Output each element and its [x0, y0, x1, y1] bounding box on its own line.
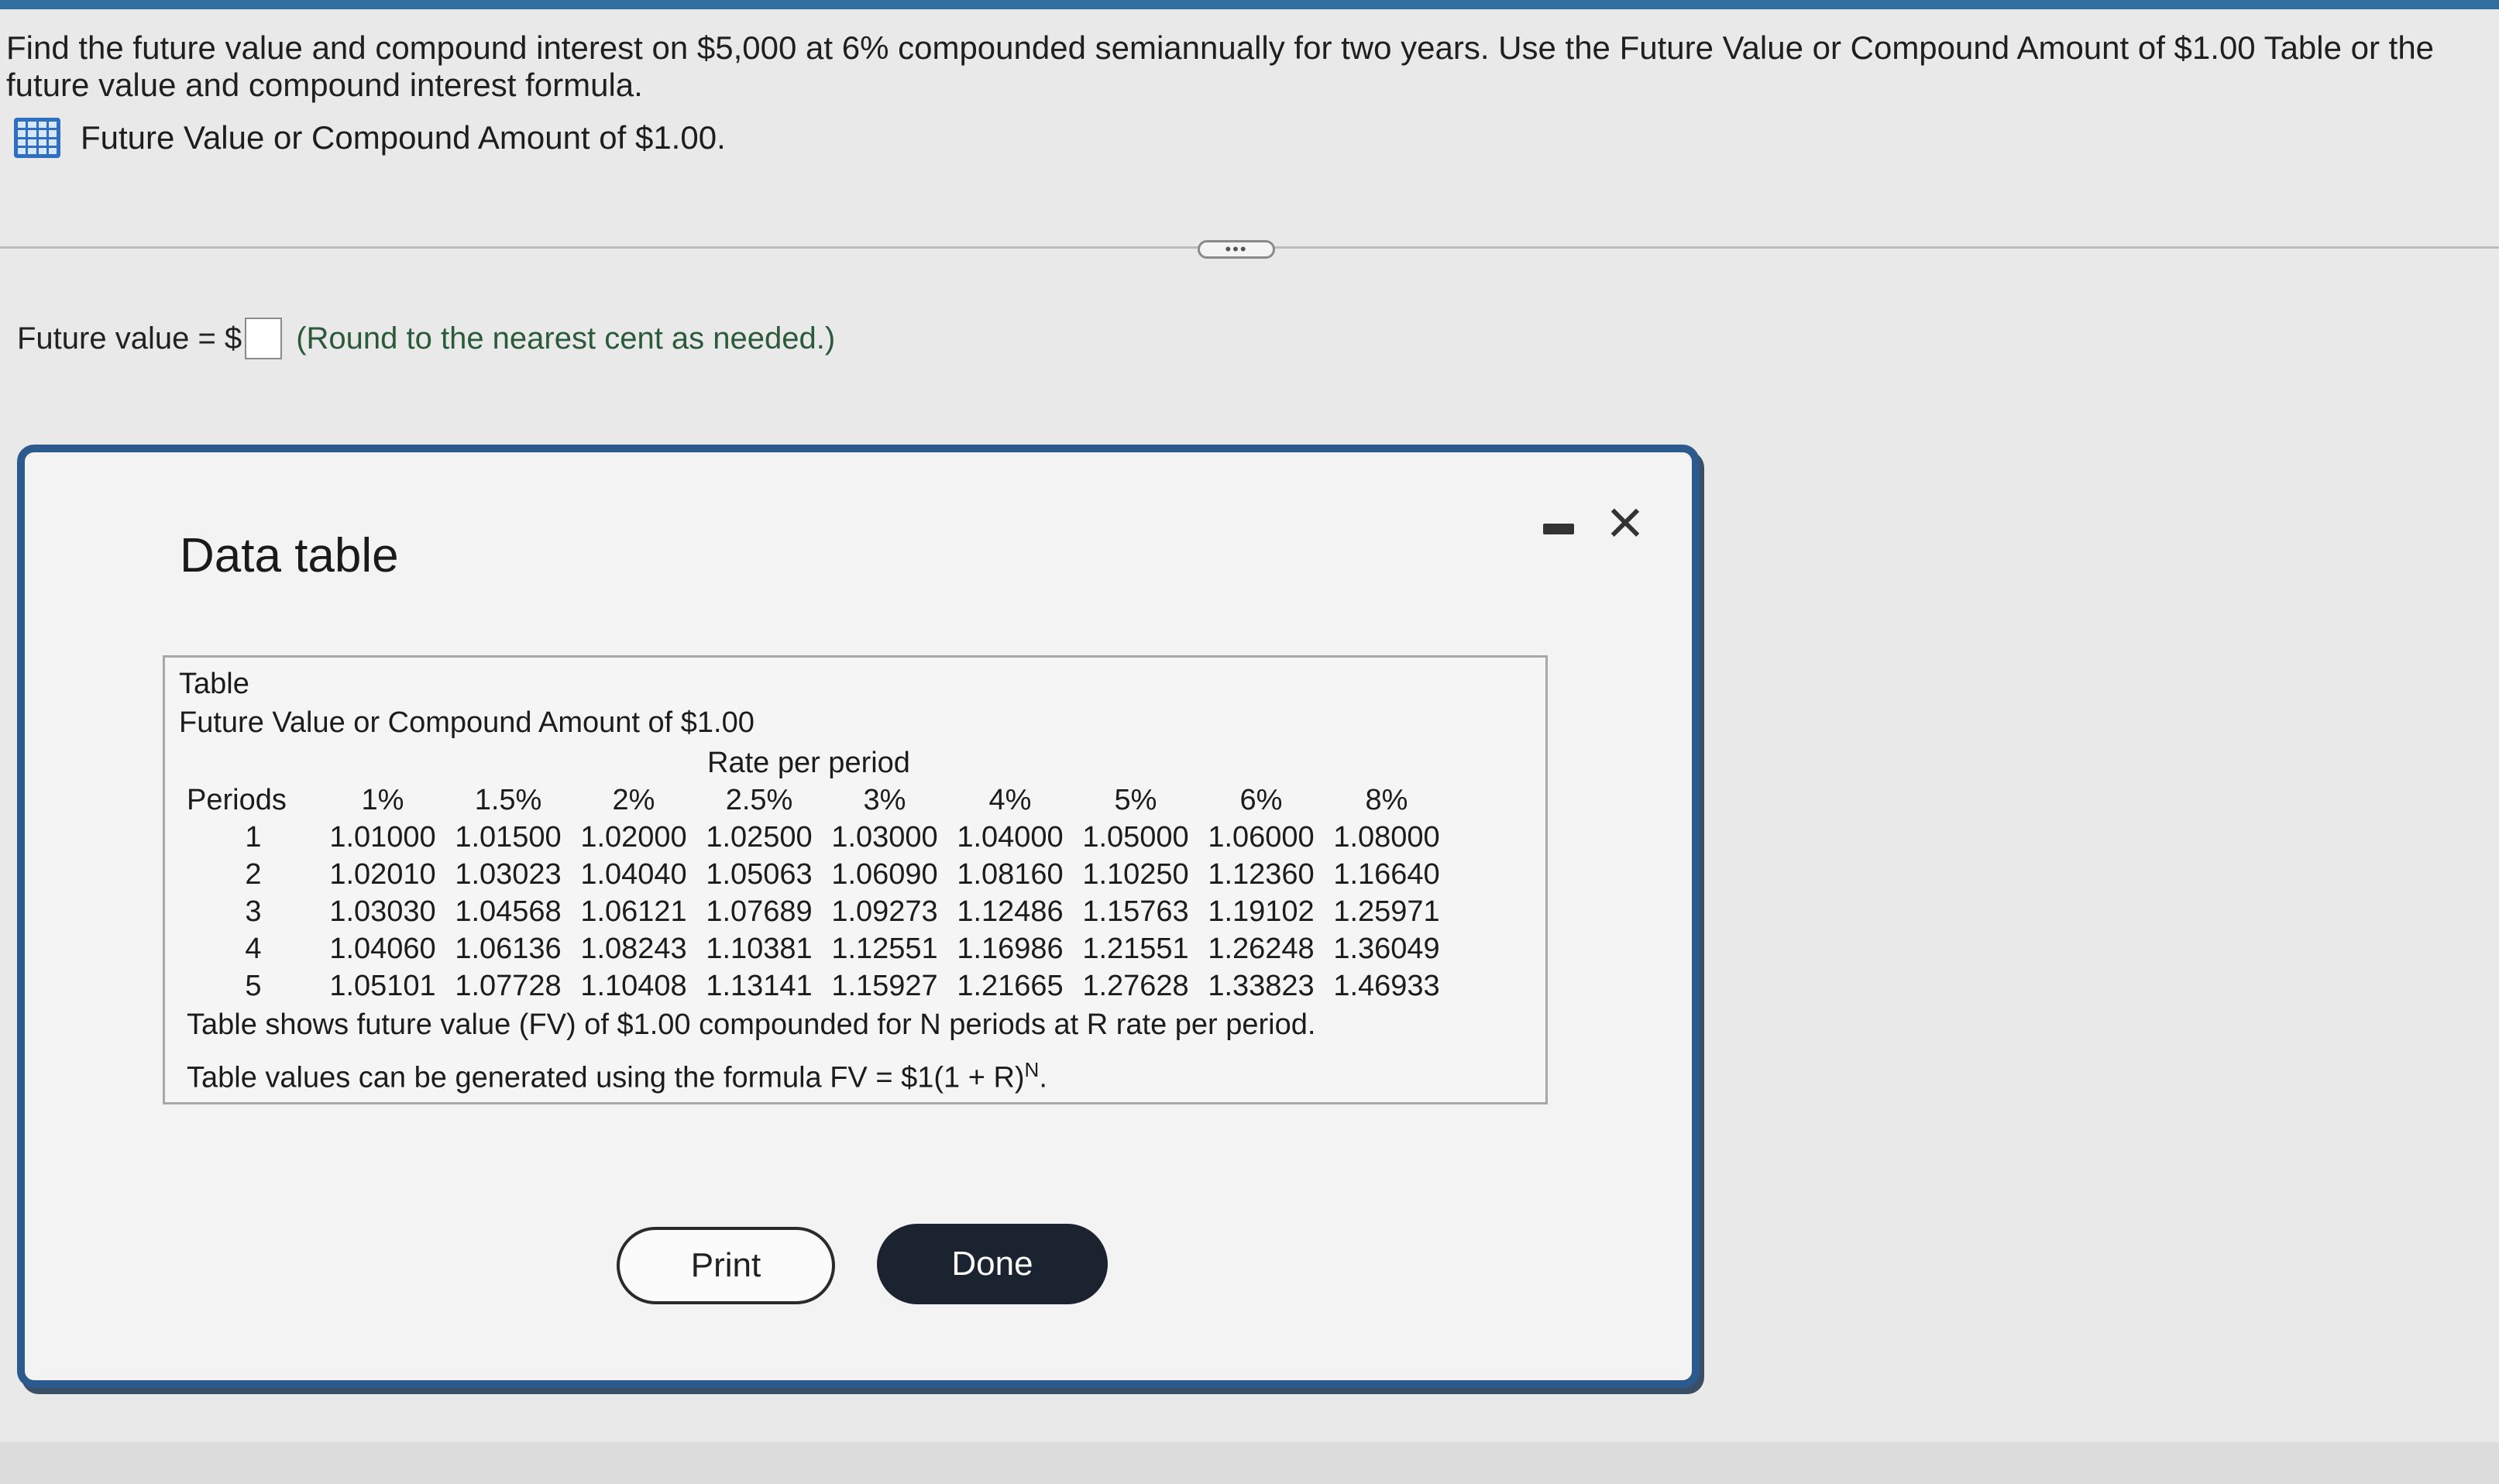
- value-cell: 1.08160: [957, 858, 1064, 891]
- value-cell: 1.08243: [580, 933, 687, 965]
- header-cell: 6%: [1239, 784, 1283, 816]
- value-cell: 1.04060: [329, 933, 436, 965]
- future-value-table: Table Future Value or Compound Amount of…: [163, 655, 1548, 1104]
- header-cell: 2%: [612, 784, 655, 816]
- table-row: 5 1.05101 1.07728 1.10408 1.13141 1.15927 1.21…: [187, 967, 1449, 1005]
- value-cell: 1.15763: [1082, 895, 1189, 928]
- minimize-icon[interactable]: [1543, 524, 1574, 534]
- value-cell: 1.05000: [1082, 821, 1189, 854]
- value-cell: 1.10408: [580, 970, 687, 1002]
- period-cell: 1: [245, 821, 262, 854]
- question-text: Find the future value and compound inter…: [6, 29, 2435, 103]
- table-grid: Periods 1% 1.5% 2% 2.5% 3% 4% 5% 6% 8% 1…: [187, 782, 1449, 1005]
- value-cell: 1.16986: [957, 933, 1064, 965]
- value-cell: 1.26248: [1208, 933, 1315, 965]
- table-note: Table shows future value (FV) of $1.00 c…: [187, 1008, 1316, 1041]
- table-row: 3 1.03030 1.04568 1.06121 1.07689 1.09273 1.12…: [187, 893, 1449, 930]
- done-button[interactable]: Done: [877, 1224, 1108, 1304]
- value-cell: 1.03030: [329, 895, 436, 928]
- header-cell: 8%: [1365, 784, 1408, 816]
- value-cell: 1.07728: [455, 970, 562, 1002]
- table-row: 4 1.04060 1.06136 1.08243 1.10381 1.12551 1.16…: [187, 930, 1449, 967]
- value-cell: 1.10381: [706, 933, 813, 965]
- value-cell: 1.03023: [455, 858, 562, 891]
- value-cell: 1.04000: [957, 821, 1064, 854]
- value-cell: 1.12360: [1208, 858, 1315, 891]
- formula-exponent: N: [1024, 1058, 1040, 1081]
- table-icon: [14, 118, 60, 158]
- period-cell: 5: [245, 970, 262, 1002]
- rounding-hint: (Round to the nearest cent as needed.): [296, 321, 836, 356]
- value-cell: 1.06000: [1208, 821, 1315, 854]
- value-cell: 1.19102: [1208, 895, 1315, 928]
- header-cell: 2.5%: [725, 784, 793, 816]
- value-cell: 1.02010: [329, 858, 436, 891]
- period-cell: 4: [245, 933, 262, 965]
- value-cell: 1.12551: [831, 933, 938, 965]
- print-button[interactable]: Print: [617, 1227, 835, 1304]
- value-cell: 1.06121: [580, 895, 687, 928]
- value-cell: 1.33823: [1208, 970, 1315, 1002]
- value-cell: 1.02500: [706, 821, 813, 854]
- value-cell: 1.16640: [1333, 858, 1440, 891]
- value-cell: 1.04040: [580, 858, 687, 891]
- table-row: 1 1.01000 1.01500 1.02000 1.02500 1.03000 1.04…: [187, 819, 1449, 856]
- value-cell: 1.04568: [455, 895, 562, 928]
- rate-header: Rate per period: [707, 747, 910, 779]
- table-row: 2 1.02010 1.03023 1.04040 1.05063 1.06090 1.08…: [187, 856, 1449, 893]
- value-cell: 1.06136: [455, 933, 562, 965]
- formula-text: Table values can be generated using the …: [187, 1061, 1025, 1094]
- table-header-row: Periods 1% 1.5% 2% 2.5% 3% 4% 5% 6% 8%: [187, 782, 1449, 819]
- period-cell: 2: [245, 858, 262, 891]
- value-cell: 1.05101: [329, 970, 436, 1002]
- answer-row: Future value = $ (Round to the nearest c…: [17, 318, 835, 359]
- data-table-dialog: Data table × Table Future Value or Compo…: [17, 445, 1700, 1388]
- value-cell: 1.02000: [580, 821, 687, 854]
- value-cell: 1.07689: [706, 895, 813, 928]
- formula-note: Table values can be generated using the …: [187, 1051, 1047, 1097]
- future-value-input[interactable]: [245, 318, 283, 359]
- bottom-strip: [0, 1442, 2499, 1484]
- table-body: 1 1.01000 1.01500 1.02000 1.02500 1.03000 1.04…: [187, 819, 1449, 1005]
- value-cell: 1.27628: [1082, 970, 1189, 1002]
- table-caption: Future Value or Compound Amount of $1.00: [179, 706, 755, 739]
- header-cell: 1.5%: [474, 784, 542, 816]
- value-cell: 1.01500: [455, 821, 562, 854]
- dialog-title: Data table: [180, 529, 399, 582]
- header-cell: 4%: [988, 784, 1032, 816]
- table-label: Table: [179, 668, 249, 700]
- top-accent-bar: [0, 0, 2499, 9]
- formula-end: .: [1039, 1061, 1047, 1094]
- value-cell: 1.12486: [957, 895, 1064, 928]
- header-cell: 1%: [361, 784, 404, 816]
- value-cell: 1.25971: [1333, 895, 1440, 928]
- value-cell: 1.01000: [329, 821, 436, 854]
- value-cell: 1.21551: [1082, 933, 1189, 965]
- expand-more-button[interactable]: •••: [1198, 240, 1275, 259]
- header-cell: Periods: [187, 784, 287, 816]
- header-cell: 5%: [1114, 784, 1157, 816]
- value-cell: 1.36049: [1333, 933, 1440, 965]
- value-cell: 1.03000: [831, 821, 938, 854]
- future-value-label: Future value = $: [17, 321, 242, 356]
- value-cell: 1.08000: [1333, 821, 1440, 854]
- reference-table-link[interactable]: Future Value or Compound Amount of $1.00…: [14, 116, 726, 160]
- value-cell: 1.21665: [957, 970, 1064, 1002]
- header-cell: 3%: [863, 784, 906, 816]
- value-cell: 1.09273: [831, 895, 938, 928]
- close-icon[interactable]: ×: [1607, 488, 1644, 558]
- period-cell: 3: [245, 895, 262, 928]
- value-cell: 1.46933: [1333, 970, 1440, 1002]
- value-cell: 1.13141: [706, 970, 813, 1002]
- value-cell: 1.15927: [831, 970, 938, 1002]
- value-cell: 1.10250: [1082, 858, 1189, 891]
- reference-link-label[interactable]: Future Value or Compound Amount of $1.00…: [81, 119, 726, 156]
- value-cell: 1.05063: [706, 858, 813, 891]
- value-cell: 1.06090: [831, 858, 938, 891]
